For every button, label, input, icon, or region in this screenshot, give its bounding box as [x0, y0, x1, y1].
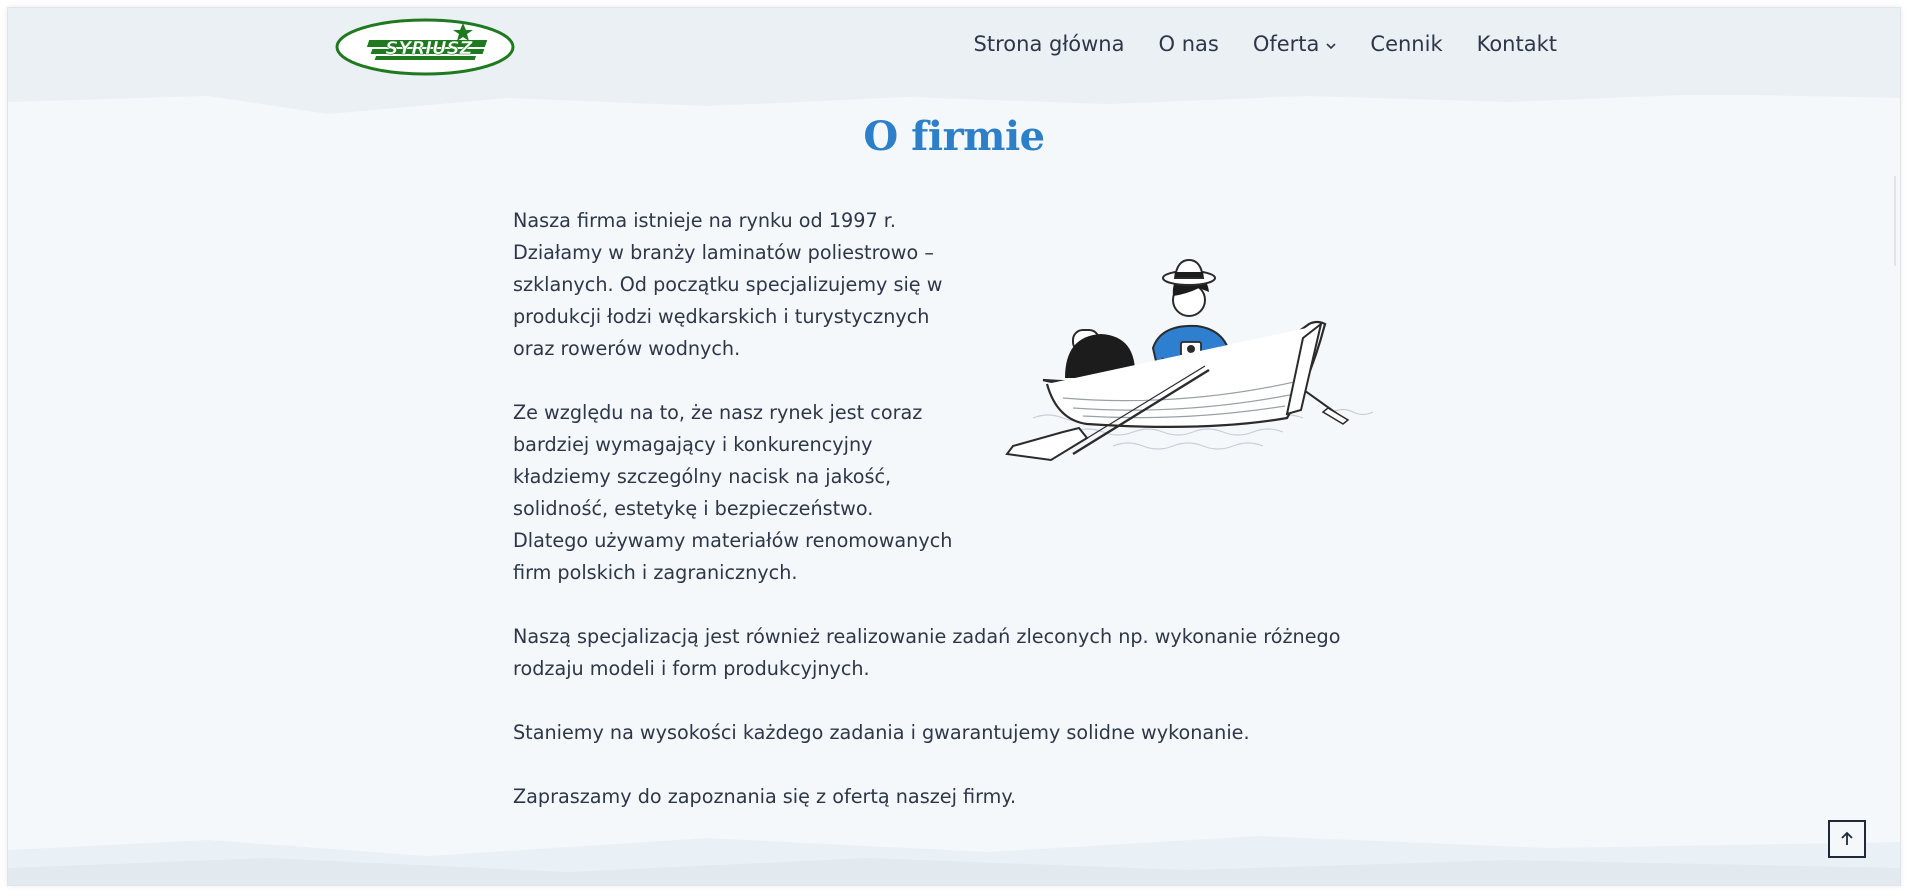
paragraph-guarantee: Staniemy na wysokości każdego zadania i …	[513, 721, 1250, 744]
nav-offer-label: Oferta	[1252, 32, 1320, 56]
scrollbar-track[interactable]	[1894, 176, 1896, 266]
nav-pricing-label: Cennik	[1370, 32, 1443, 56]
nav-item-about[interactable]: O nas	[1158, 32, 1218, 56]
nav-item-home[interactable]: Strona główna	[974, 32, 1125, 56]
intro-text-column: Nasza firma istnieje na rynku od 1997 r.…	[513, 205, 953, 621]
paragraph-specialization: Naszą specjalizacją jest również realizo…	[513, 625, 1341, 680]
main-nav: Strona główna O nas Oferta Cennik Kontak…	[974, 32, 1557, 56]
scroll-to-top-button[interactable]	[1828, 820, 1866, 858]
details-text-column: Naszą specjalizacją jest również realizo…	[513, 621, 1413, 845]
paragraph-quality: Ze względu na to, że nasz rynek jest cor…	[513, 401, 953, 584]
paragraph-history: Nasza firma istnieje na rynku od 1997 r.…	[513, 209, 943, 360]
page-frame: SYRIUSZ Strona główna O nas Oferta Cenni…	[8, 8, 1900, 885]
man-in-boat-illustration	[1005, 258, 1374, 462]
footer-wave-divider	[8, 836, 1900, 885]
arrow-up-icon	[1841, 831, 1853, 845]
paragraph-invitation: Zapraszamy do zapoznania się z ofertą na…	[513, 785, 1017, 808]
nav-home-label: Strona główna	[973, 32, 1125, 56]
nav-about-label: O nas	[1158, 32, 1219, 56]
nav-item-contact[interactable]: Kontakt	[1477, 32, 1557, 56]
logo-text: SYRIUSZ	[385, 38, 473, 59]
chevron-down-icon	[1326, 42, 1336, 49]
nav-contact-label: Kontakt	[1476, 32, 1557, 56]
company-logo[interactable]: SYRIUSZ	[335, 16, 517, 78]
site-header: SYRIUSZ Strona główna O nas Oferta Cenni…	[8, 8, 1900, 95]
nav-item-offer[interactable]: Oferta	[1253, 32, 1337, 56]
nav-item-pricing[interactable]: Cennik	[1370, 32, 1442, 56]
page-title: O firmie	[863, 113, 1045, 160]
